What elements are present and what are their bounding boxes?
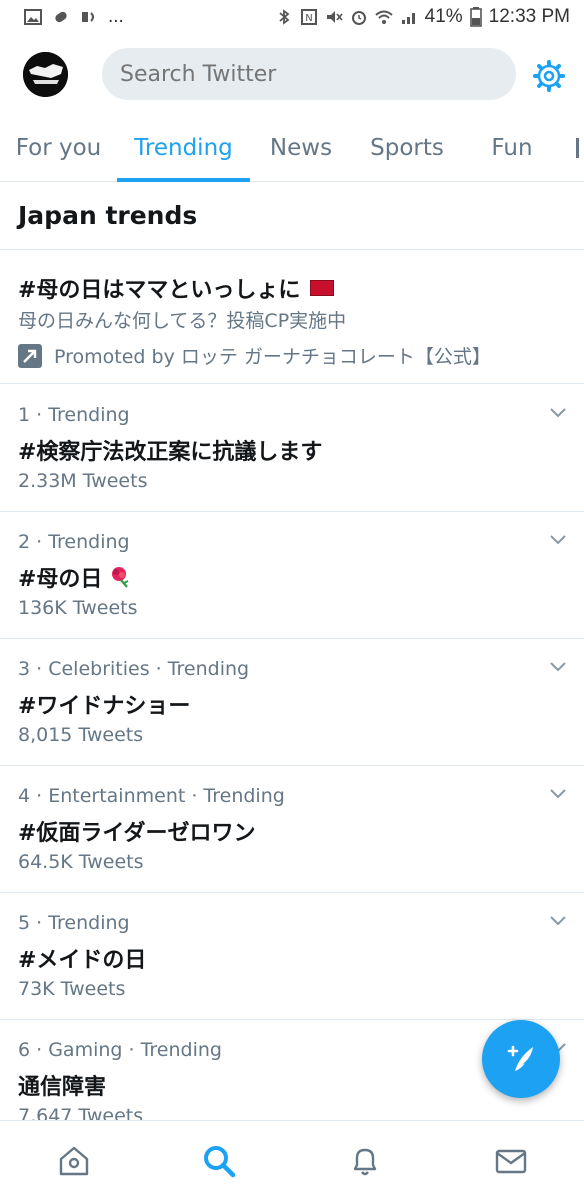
alarm-icon [351, 11, 366, 25]
promoted-trend-title: #母の日はママといっしょに [18, 278, 301, 303]
trend-name: #検察庁法改正案に抗議します [18, 440, 323, 465]
tab-overflow-edge [576, 138, 579, 158]
trend-tweet-count: 64.5K Tweets [18, 851, 144, 873]
trend-name: #仮面ライダーゼロワン [18, 821, 256, 846]
avatar-image [23, 52, 68, 97]
trend-meta: 3 · Celebrities · Trending [18, 658, 250, 680]
trend-meta: 5 · Trending [18, 912, 130, 934]
tab-for-you[interactable]: For you [0, 114, 117, 182]
status-right: N 41% 12:33 PM [275, 6, 570, 28]
carnation-icon [112, 567, 129, 588]
trend-item[interactable]: 3 · Celebrities · Trending #ワイドナショー 8,01… [0, 638, 584, 766]
trend-tweet-count: 8,015 Tweets [18, 724, 144, 746]
tab-trending[interactable]: Trending [117, 114, 250, 182]
trend-name: #母の日 [18, 567, 103, 592]
search-input[interactable] [102, 48, 516, 100]
home-icon[interactable] [56, 1143, 92, 1179]
chevron-down-icon[interactable] [548, 660, 568, 674]
avatar[interactable] [23, 52, 68, 97]
trend-tweet-count: 2.33M Tweets [18, 470, 148, 492]
battery-percentage: 41% [424, 6, 463, 27]
nfc-icon: N [300, 9, 317, 25]
status-left: ... [24, 6, 124, 28]
trend-name: #メイドの日 [18, 948, 147, 973]
tab-sports[interactable]: Sports [352, 114, 462, 182]
wifi-icon [374, 10, 393, 24]
clock: 12:33 PM [488, 6, 570, 27]
trend-meta: 2 · Trending [18, 531, 130, 553]
more-notifications-indicator: ... [108, 6, 124, 27]
status-bar: ... N 41% 12:33 PM [0, 0, 584, 34]
trend-item[interactable]: 1 · Trending #検察庁法改正案に抗議します 2.33M Tweets [0, 384, 584, 512]
promoted-by-label: Promoted by ロッテ ガーナチョコレート【公式】 [54, 346, 491, 368]
battery-icon [469, 7, 482, 27]
section-title: Japan trends [0, 182, 584, 250]
promoted-by-row: Promoted by ロッテ ガーナチョコレート【公式】 [18, 342, 491, 369]
trend-tweet-count: 136K Tweets [18, 597, 138, 619]
bluetooth-icon [279, 9, 290, 25]
attachment-notification-icon [55, 11, 67, 23]
compose-tweet-icon [507, 1045, 533, 1071]
gear-icon[interactable] [531, 58, 567, 94]
promoted-brand-badge [310, 280, 335, 296]
trend-meta: 4 · Entertainment · Trending [18, 785, 285, 807]
promoted-trend[interactable]: #母の日はママといっしょに 母の日みんな何してる？投稿CP実施中 Promote… [0, 250, 584, 384]
mail-icon[interactable] [493, 1143, 529, 1179]
nfc-notification-icon [82, 12, 94, 22]
trend-meta: 6 · Gaming · Trending [18, 1039, 222, 1061]
promoted-trend-title-row: #母の日はママといっしょに [18, 272, 335, 304]
chevron-down-icon[interactable] [548, 406, 568, 420]
image-notification-icon [24, 9, 42, 25]
trend-name-row: #母の日 [18, 561, 132, 593]
bell-icon[interactable] [347, 1143, 383, 1179]
trend-name: 通信障害 [18, 1075, 107, 1100]
svg-text:N: N [305, 13, 312, 24]
search-icon[interactable] [201, 1143, 237, 1179]
trend-meta: 1 · Trending [18, 404, 130, 426]
signal-icon [401, 13, 415, 24]
bottom-navigation [0, 1120, 584, 1200]
explore-tabs: For you Trending News Sports Fun [0, 114, 584, 182]
mute-icon [326, 11, 343, 23]
compose-tweet-button[interactable] [482, 1020, 560, 1098]
trend-item[interactable]: 2 · Trending #母の日 136K Tweets [0, 511, 584, 639]
promoted-arrow-icon [18, 343, 42, 368]
chevron-down-icon[interactable] [548, 914, 568, 928]
promoted-trend-description: 母の日みんな何してる？投稿CP実施中 [18, 310, 347, 332]
header [0, 34, 584, 114]
trend-item[interactable]: 5 · Trending #メイドの日 73K Tweets [0, 892, 584, 1020]
chevron-down-icon[interactable] [548, 533, 568, 547]
tab-fun[interactable]: Fun [462, 114, 562, 182]
chevron-down-icon[interactable] [548, 787, 568, 801]
trend-tweet-count: 73K Tweets [18, 978, 126, 1000]
trend-item[interactable]: 4 · Entertainment · Trending #仮面ライダーゼロワン… [0, 765, 584, 893]
tab-news[interactable]: News [250, 114, 352, 182]
trend-name: #ワイドナショー [18, 694, 191, 719]
